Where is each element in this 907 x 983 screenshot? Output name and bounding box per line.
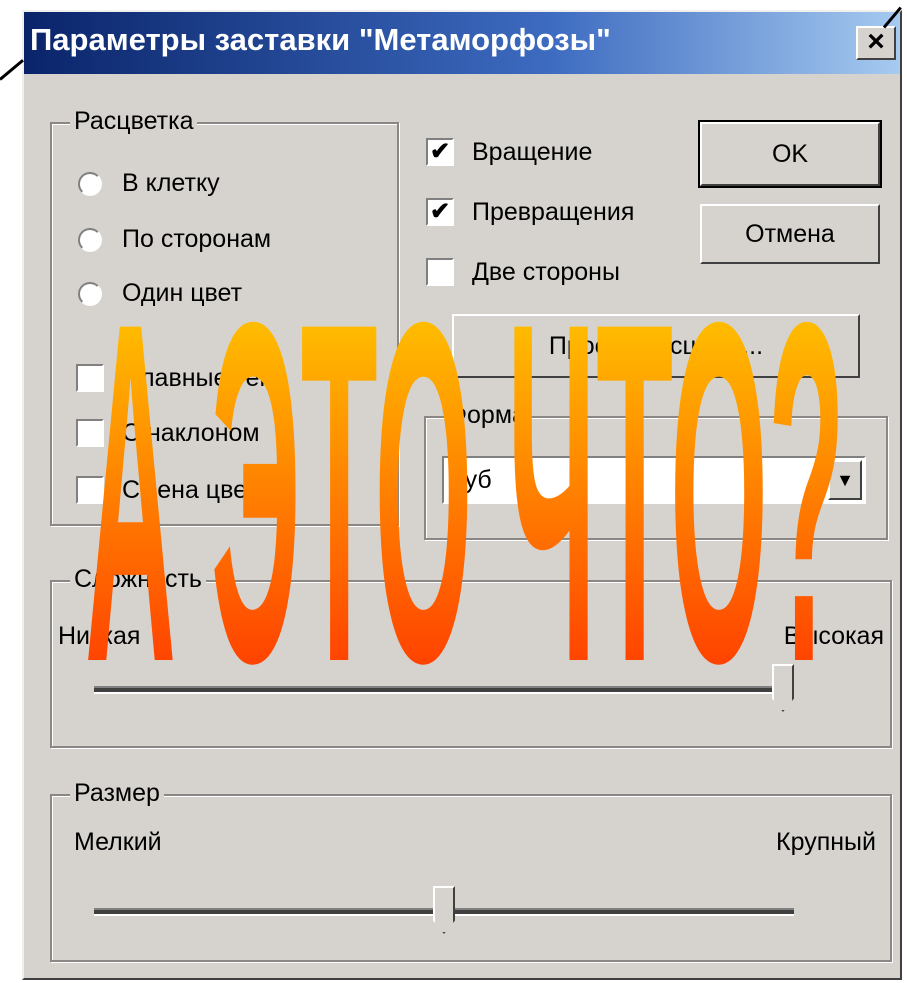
arrow-pointer-left [0,59,24,81]
radio-single-color-label: Один цвет [122,279,243,307]
ok-button[interactable]: OK [698,120,882,188]
preview-button[interactable]: Просмотр сцены... [452,314,860,378]
size-group: Размер Мелкий Крупный [50,779,892,962]
checkbox-color-cycle[interactable] [76,476,104,504]
shape-select-value: Куб [450,466,492,494]
checkbox-morphing-label: Превращения [472,198,635,226]
complexity-max-label: Высокая [783,622,884,650]
size-max-label: Крупный [776,828,876,856]
complexity-min-label: Низкая [58,622,141,650]
shape-select[interactable]: Куб ▼ [442,456,866,504]
checkbox-tilt-label: С наклоном [122,419,260,447]
radio-by-sides-label: По сторонам [122,225,272,253]
close-button[interactable]: × [856,26,896,60]
radio-checkerboard[interactable] [78,172,102,196]
dialog-window: Параметры заставки "Метаморфозы" × Расцв… [22,10,902,980]
complexity-group: Сложность Низкая Высокая [50,565,892,748]
coloring-group: Расцветка В клетку По сторонам Один цвет… [50,107,399,526]
checkbox-tilt[interactable] [76,419,104,447]
checkbox-smooth-shading[interactable] [76,364,104,392]
radio-by-sides[interactable] [78,228,102,252]
size-min-label: Мелкий [74,828,162,856]
checkbox-two-sides[interactable] [426,258,454,286]
radio-single-color[interactable] [78,282,102,306]
checkbox-smooth-shading-label: Плавные тени [122,364,288,392]
checkbox-rotation[interactable]: ✔ [426,138,454,166]
checkbox-two-sides-label: Две стороны [472,258,620,286]
window-title: Параметры заставки "Метаморфозы" [30,22,611,57]
checkbox-rotation-label: Вращение [472,138,593,166]
size-slider-thumb[interactable] [433,886,455,934]
chevron-down-icon[interactable]: ▼ [828,460,862,500]
checkbox-morphing[interactable]: ✔ [426,198,454,226]
shape-legend: Форма [444,401,530,430]
shape-group: Форма Куб ▼ [424,401,888,540]
cancel-button[interactable]: Отмена [700,204,880,264]
coloring-legend: Расцветка [70,107,198,136]
checkbox-color-cycle-label: Смена цветов [122,476,285,504]
complexity-slider-track[interactable] [94,686,794,694]
title-bar[interactable]: Параметры заставки "Метаморфозы" × [24,12,900,74]
size-legend: Размер [70,779,164,808]
radio-checkerboard-label: В клетку [122,169,220,197]
complexity-slider-thumb[interactable] [772,664,794,712]
complexity-legend: Сложность [70,565,206,594]
